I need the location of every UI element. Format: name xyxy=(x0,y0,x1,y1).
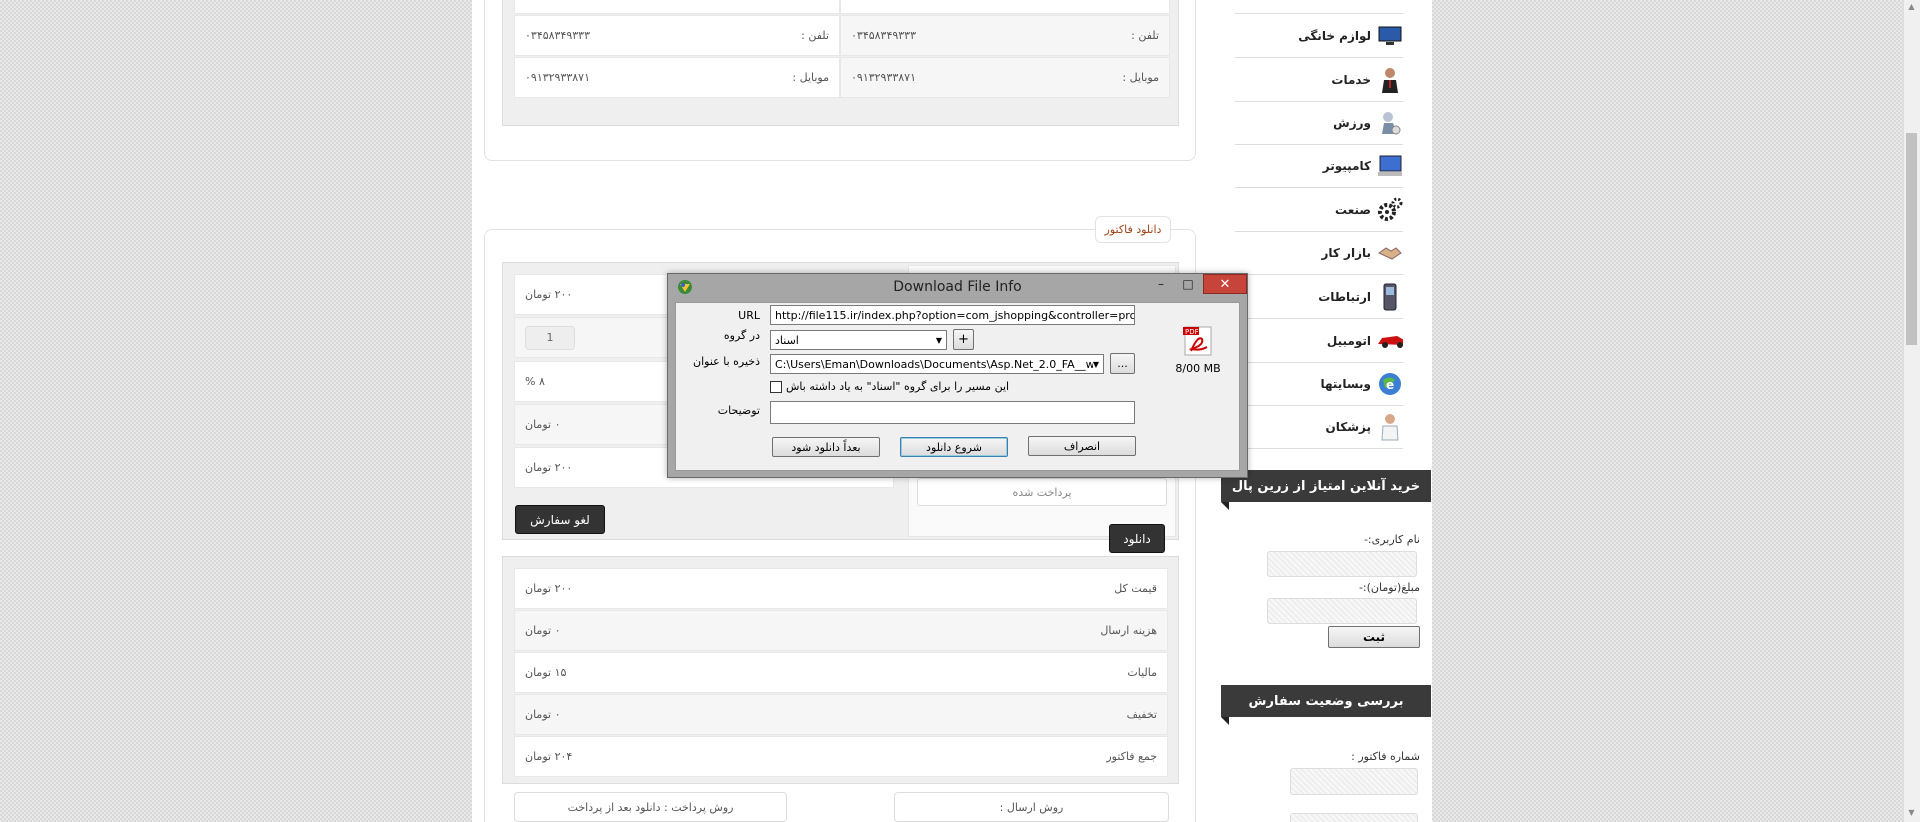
scroll-down-arrow[interactable]: ▼ xyxy=(1906,808,1917,820)
url-label: URL xyxy=(738,309,760,322)
start-download-button[interactable]: شروع دانلود xyxy=(900,437,1008,457)
pdf-icon: PDF xyxy=(1182,325,1214,357)
mobile-row-right: موبایل : ۰۹۱۳۲۹۳۳۸۷۱ xyxy=(840,57,1170,98)
total-price-row: قیمت کل ۲۰۰ تومان xyxy=(514,568,1168,609)
username-label: نام کاربری:- xyxy=(1363,533,1420,546)
category-computer[interactable]: کامپیوتر xyxy=(1235,145,1403,188)
mobile-row-left: موبایل : ۰۹۱۳۲۹۳۳۸۷۱ xyxy=(514,57,840,98)
invoice-number-field[interactable] xyxy=(1290,768,1418,795)
maximize-button[interactable]: □ xyxy=(1174,275,1202,294)
info-row-top-right xyxy=(840,0,1170,14)
handshake-icon xyxy=(1377,240,1403,266)
group-select[interactable]: اسناد ▼ xyxy=(770,330,947,350)
browse-button[interactable]: ... xyxy=(1110,353,1135,374)
minimize-button[interactable]: – xyxy=(1148,275,1174,294)
paid-status: پرداخت شده xyxy=(917,478,1167,506)
file-size: 8/00 MB xyxy=(1175,362,1221,375)
invoice-tab[interactable]: دانلود فاکتور xyxy=(1095,216,1171,243)
scroll-up-arrow[interactable]: ▲ xyxy=(1906,2,1917,14)
athlete-icon xyxy=(1377,110,1403,136)
category-sports[interactable]: ورزش xyxy=(1235,102,1403,145)
tax-row: مالیات ۱۵ تومان xyxy=(514,652,1168,693)
cancel-order-button[interactable]: لغو سفارش xyxy=(515,505,605,534)
monitor-icon xyxy=(1377,23,1403,49)
svg-text:PDF: PDF xyxy=(1185,328,1199,336)
invoice-number-label: شماره فاکتور : xyxy=(1351,750,1420,763)
download-button[interactable]: دانلود xyxy=(1109,524,1165,553)
close-button[interactable]: ✕ xyxy=(1203,274,1247,294)
scroll-thumb[interactable] xyxy=(1906,133,1917,345)
shipping-cost-row: هزینه ارسال ۰ تومان xyxy=(514,610,1168,651)
invoice-total-row: جمع فاکتور ۲۰۴ تومان xyxy=(514,736,1168,777)
category-job-market[interactable]: بازار کار xyxy=(1235,232,1403,275)
svg-text:e: e xyxy=(1386,378,1394,392)
person-icon xyxy=(1377,67,1403,93)
order-status-header: بررسی وضعیت سفارش xyxy=(1221,685,1431,725)
globe-icon: e xyxy=(1377,371,1403,397)
gears-icon xyxy=(1377,197,1403,223)
description-input[interactable] xyxy=(770,401,1135,424)
doctor-icon xyxy=(1377,414,1403,441)
amount-field[interactable] xyxy=(1267,598,1417,624)
chevron-down-icon: ▼ xyxy=(935,335,942,345)
discount-row: تخفیف ۰ تومان xyxy=(514,694,1168,735)
chevron-down-icon: ▼ xyxy=(1092,359,1099,369)
dialog-body: URL http://file115.ir/index.php?option=c… xyxy=(675,302,1240,471)
info-row-top-left xyxy=(514,0,840,14)
amount-label: مبلغ(تومان):- xyxy=(1358,581,1420,594)
category-industry[interactable]: صنعت xyxy=(1235,189,1403,232)
category-communications[interactable]: ارتباطات xyxy=(1235,276,1403,319)
download-file-info-dialog: Download File Info – □ ✕ URL http://file… xyxy=(667,273,1248,478)
category-websites[interactable]: وبسایتها e xyxy=(1235,363,1403,406)
category-automobile[interactable]: اتومبیل xyxy=(1235,320,1403,363)
cancel-button[interactable]: انصراف xyxy=(1028,436,1136,456)
category-services[interactable]: خدمات xyxy=(1235,59,1403,102)
invoice-extra-field[interactable] xyxy=(1290,813,1418,822)
submit-button[interactable]: ثبت xyxy=(1328,626,1420,648)
phone-row-right: تلفن : ۰۳۴۵۸۳۴۹۳۳۳ xyxy=(840,15,1170,56)
add-group-button[interactable]: + xyxy=(953,329,974,350)
download-later-button[interactable]: بعداً دانلود شود xyxy=(772,437,880,457)
shipping-method: روش ارسال : xyxy=(894,792,1169,822)
description-label: توضیحات xyxy=(717,404,760,417)
sidebar-top-partial xyxy=(1235,0,1403,14)
payment-method: روش پرداخت : دانلود بعد از پرداخت xyxy=(514,792,787,822)
group-label: در گروه xyxy=(723,329,760,342)
computer-icon xyxy=(1377,153,1403,179)
zarinpal-header: خرید آنلاین امتیاز از زرین پال xyxy=(1221,470,1431,510)
quantity-field[interactable]: 1 xyxy=(525,325,575,350)
save-path-select[interactable]: C:\Users\Eman\Downloads\Documents\Asp.Ne… xyxy=(770,354,1104,374)
phone-row-left: تلفن : ۰۳۴۵۸۳۴۹۳۳۳ xyxy=(514,15,840,56)
category-doctors[interactable]: پزشکان xyxy=(1235,406,1403,449)
category-home-appliances[interactable]: لوازم خانگی xyxy=(1235,15,1403,58)
remember-path-label: این مسیر را برای گروه "اسناد" به یاد داش… xyxy=(786,380,1010,393)
remember-path-checkbox[interactable] xyxy=(770,381,782,393)
url-input[interactable]: http://file115.ir/index.php?option=com_j… xyxy=(770,305,1135,325)
vertical-scrollbar[interactable] xyxy=(1903,0,1920,822)
car-icon xyxy=(1377,328,1403,354)
save-as-label: ذخیره با عنوان xyxy=(693,355,760,368)
username-field[interactable] xyxy=(1267,551,1417,577)
phone-icon xyxy=(1377,283,1403,311)
